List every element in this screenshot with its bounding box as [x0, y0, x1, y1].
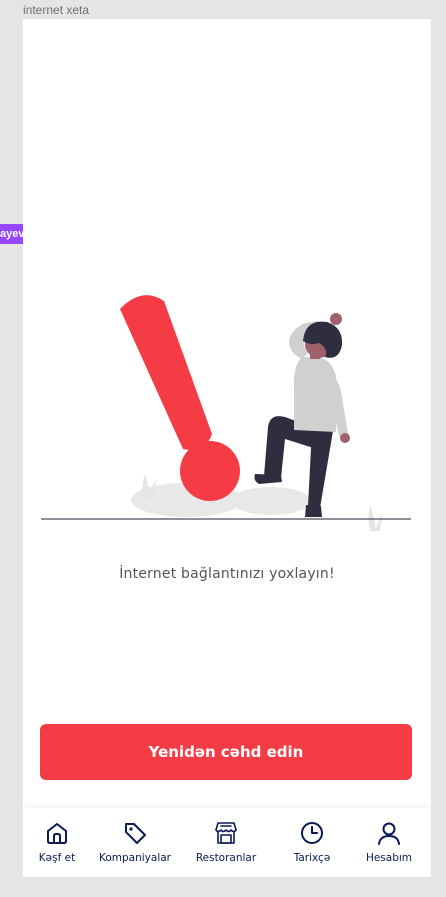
nav-label-restaurants: Restoranlar [195, 852, 257, 864]
phone-screen: İnternet bağlantınızı yoxlayın! Yenidən … [23, 19, 431, 877]
no-connection-illustration [41, 295, 411, 531]
bottom-nav: Kəşf et Kompaniyalar Restoranlar Tarixçə… [23, 808, 431, 877]
nav-label-history: Tarixçə [293, 852, 331, 864]
nav-item-restaurants[interactable]: Restoranlar [185, 808, 267, 877]
nav-label-account: Hesabım [365, 852, 413, 864]
retry-button[interactable]: Yenidən cəhd edin [40, 724, 412, 780]
nav-item-account[interactable]: Hesabım [355, 808, 423, 877]
user-icon [375, 819, 403, 847]
nav-label-campaigns: Kompaniyalar [98, 852, 171, 864]
error-message: İnternet bağlantınızı yoxlayın! [119, 566, 335, 582]
nav-item-campaigns[interactable]: Kompaniyalar [91, 808, 179, 877]
tag-icon [121, 819, 149, 847]
frame-title: internet xeta [23, 3, 90, 17]
home-icon [43, 819, 71, 847]
store-icon [212, 819, 240, 847]
nav-item-explore[interactable]: Kəşf et [23, 808, 91, 877]
nav-item-history[interactable]: Tarixçə [281, 808, 343, 877]
clock-icon [298, 819, 326, 847]
nav-label-explore: Kəşf et [38, 852, 76, 864]
